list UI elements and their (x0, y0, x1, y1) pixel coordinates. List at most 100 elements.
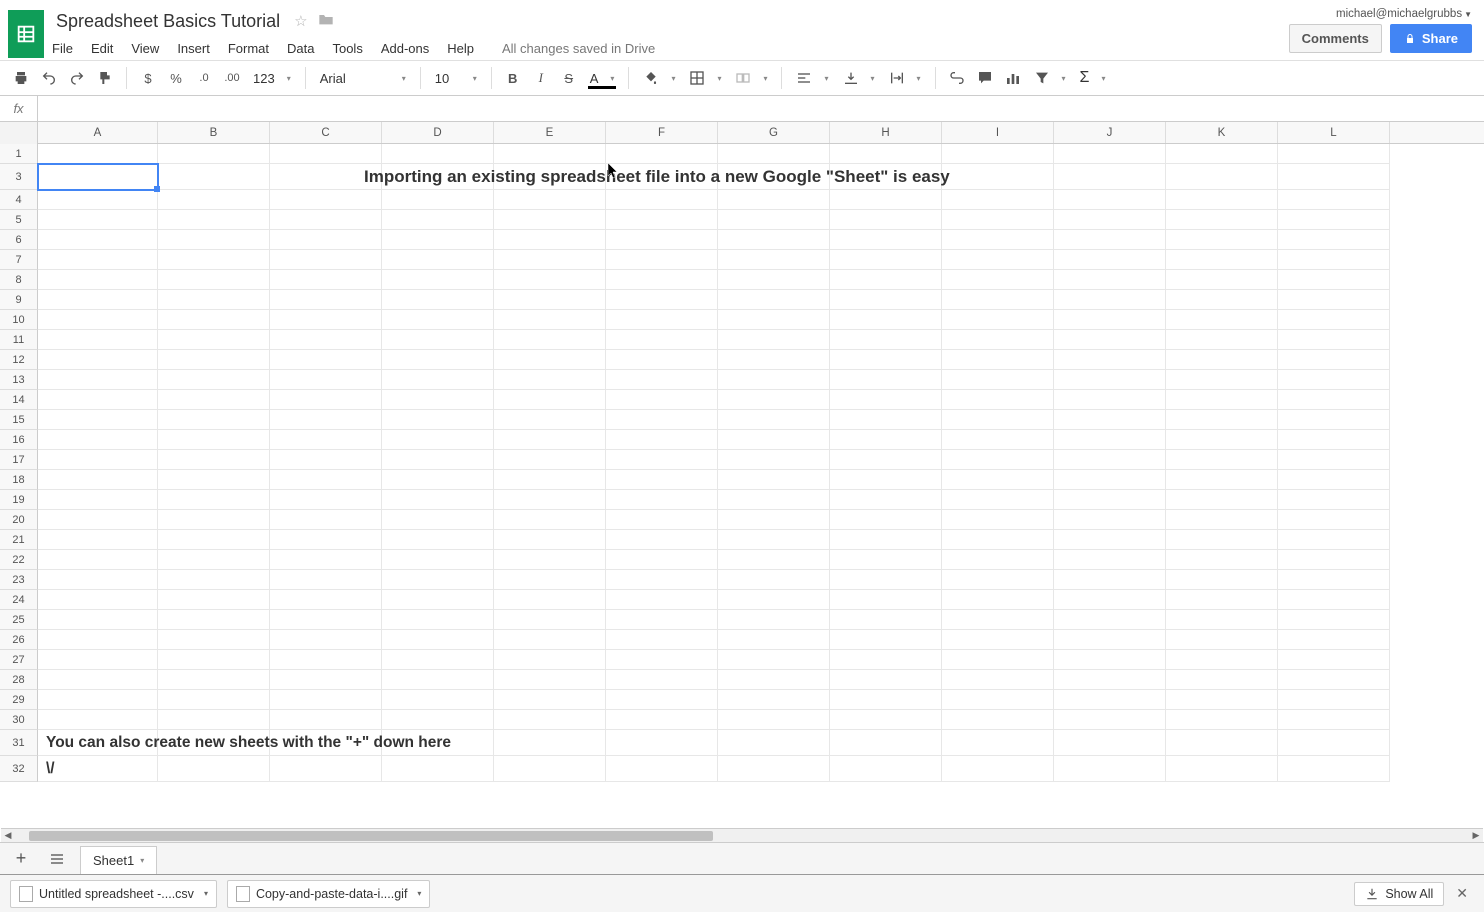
cell[interactable] (718, 690, 830, 710)
cell[interactable] (494, 390, 606, 410)
cell[interactable] (1278, 430, 1390, 450)
cell[interactable] (1166, 270, 1278, 290)
cell[interactable] (830, 710, 942, 730)
cell[interactable] (494, 670, 606, 690)
cell[interactable] (494, 310, 606, 330)
scroll-thumb[interactable] (29, 831, 713, 841)
cell[interactable] (1166, 730, 1278, 756)
cell[interactable] (270, 310, 382, 330)
cell[interactable] (1278, 310, 1390, 330)
cell[interactable] (1278, 650, 1390, 670)
cell[interactable] (38, 290, 158, 310)
cell[interactable] (942, 550, 1054, 570)
grid-body[interactable]: 1345678910111213141516171819202122232425… (0, 144, 1484, 842)
cell[interactable] (38, 710, 158, 730)
cell[interactable] (830, 570, 942, 590)
cell[interactable] (158, 250, 270, 270)
cell[interactable] (606, 670, 718, 690)
cell[interactable] (830, 590, 942, 610)
cell[interactable] (382, 390, 494, 410)
cell[interactable] (270, 630, 382, 650)
menu-addons[interactable]: Add-ons (381, 41, 429, 56)
cell[interactable] (382, 290, 494, 310)
cell[interactable] (1054, 590, 1166, 610)
cell[interactable] (494, 190, 606, 210)
cell[interactable] (942, 330, 1054, 350)
cell[interactable] (718, 530, 830, 550)
cell[interactable] (270, 690, 382, 710)
cell[interactable] (1278, 550, 1390, 570)
column-header-h[interactable]: H (830, 122, 942, 143)
cell[interactable] (1166, 550, 1278, 570)
cell[interactable] (494, 350, 606, 370)
cell[interactable] (942, 290, 1054, 310)
cell[interactable] (382, 210, 494, 230)
cell[interactable] (830, 190, 942, 210)
cell[interactable] (158, 450, 270, 470)
cell[interactable] (1166, 310, 1278, 330)
cell[interactable] (606, 430, 718, 450)
cell[interactable] (606, 756, 718, 782)
cell[interactable] (830, 730, 942, 756)
cell[interactable] (382, 530, 494, 550)
row-header[interactable]: 3 (0, 164, 38, 190)
cell[interactable] (1054, 650, 1166, 670)
cell[interactable] (942, 350, 1054, 370)
cell[interactable] (830, 610, 942, 630)
decrease-decimal-button[interactable]: .0 (191, 65, 217, 91)
row-header[interactable]: 23 (0, 570, 38, 590)
cell[interactable] (1054, 570, 1166, 590)
cell[interactable] (942, 450, 1054, 470)
cell[interactable] (1278, 270, 1390, 290)
cell[interactable] (1166, 570, 1278, 590)
column-header-c[interactable]: C (270, 122, 382, 143)
cell[interactable] (942, 530, 1054, 550)
cell[interactable] (494, 144, 606, 164)
cell[interactable] (718, 190, 830, 210)
cell[interactable] (718, 330, 830, 350)
column-header-k[interactable]: K (1166, 122, 1278, 143)
download-item[interactable]: Untitled spreadsheet -....csv ▾ (10, 880, 217, 908)
cell[interactable] (38, 630, 158, 650)
cell[interactable] (1054, 144, 1166, 164)
cell[interactable] (382, 570, 494, 590)
row-header[interactable]: 5 (0, 210, 38, 230)
cell[interactable] (270, 190, 382, 210)
strikethrough-button[interactable]: S (556, 65, 582, 91)
cell[interactable] (1054, 670, 1166, 690)
cell[interactable] (830, 430, 942, 450)
cell[interactable] (718, 710, 830, 730)
cell[interactable] (38, 410, 158, 430)
cell[interactable] (606, 610, 718, 630)
cell[interactable] (158, 590, 270, 610)
cell[interactable] (494, 470, 606, 490)
cell[interactable] (1054, 756, 1166, 782)
column-header-a[interactable]: A (38, 122, 158, 143)
cell[interactable] (1166, 530, 1278, 550)
cell[interactable] (606, 730, 718, 756)
cell[interactable] (1166, 410, 1278, 430)
row-header[interactable]: 24 (0, 590, 38, 610)
cell[interactable] (494, 290, 606, 310)
row-header[interactable]: 31 (0, 730, 38, 756)
cell[interactable] (38, 390, 158, 410)
cell[interactable] (1054, 730, 1166, 756)
cell[interactable] (270, 530, 382, 550)
cell[interactable] (1166, 250, 1278, 270)
cell[interactable] (1054, 490, 1166, 510)
cell[interactable] (38, 330, 158, 350)
cell[interactable] (158, 370, 270, 390)
cell[interactable] (382, 510, 494, 530)
cell[interactable] (830, 250, 942, 270)
cell[interactable] (270, 250, 382, 270)
cell[interactable] (606, 470, 718, 490)
cell[interactable] (1278, 290, 1390, 310)
cell[interactable] (606, 710, 718, 730)
cell[interactable] (1054, 690, 1166, 710)
cell[interactable] (1278, 756, 1390, 782)
column-header-g[interactable]: G (718, 122, 830, 143)
cell[interactable] (38, 210, 158, 230)
cell[interactable] (606, 390, 718, 410)
cell[interactable] (1166, 510, 1278, 530)
cell[interactable] (270, 710, 382, 730)
